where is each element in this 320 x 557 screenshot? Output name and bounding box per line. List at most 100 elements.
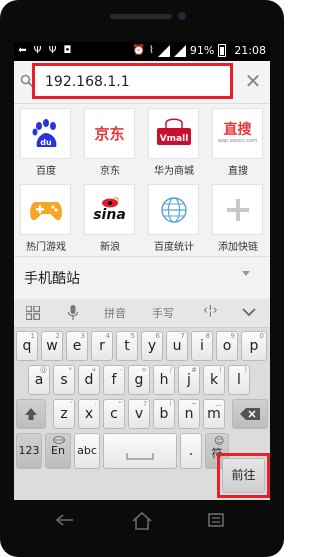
- zhisou-logo-sub: wap.easou.com: [217, 138, 258, 144]
- battery-icon: [218, 44, 227, 57]
- key-y[interactable]: 6y: [141, 331, 163, 361]
- gamepad-icon: [20, 184, 71, 235]
- key-k[interactable]: (k: [203, 365, 225, 395]
- shortcut-add[interactable]: 添加快链: [206, 180, 270, 256]
- usb-icon: Ψ: [33, 45, 42, 56]
- shortcut-label: 添加快链: [218, 242, 258, 253]
- shortcut-vmall[interactable]: Vmall 华为商城: [142, 104, 206, 180]
- shortcut-label: 热门游戏: [26, 242, 66, 253]
- keyboard-toolbar: 拼音 手写 ‹¦›: [14, 299, 270, 328]
- key-d[interactable]: + d: [78, 365, 100, 395]
- shift-key[interactable]: [16, 399, 46, 429]
- status-bar: ⬅ Ψ Ψ ◘ ⏰ ⌇ 91% 21:08: [14, 42, 270, 61]
- url-bar: ✕: [14, 61, 270, 104]
- globe-icon: [148, 184, 199, 235]
- key-u[interactable]: 7u: [166, 331, 188, 361]
- key-s[interactable]: * s: [53, 365, 75, 395]
- mobile-sites-title: 手机酷站: [24, 271, 80, 287]
- chevron-down-icon: [242, 271, 250, 276]
- abc-key[interactable]: abc: [74, 433, 100, 469]
- shortcut-sina[interactable]: sina 新浪: [78, 180, 142, 256]
- clock: 21:08: [234, 44, 266, 57]
- key-f[interactable]: -f: [103, 365, 125, 395]
- backspace-icon: [240, 408, 260, 420]
- jd-logo-text: 京东: [94, 125, 125, 143]
- key-q[interactable]: 1q: [16, 331, 38, 361]
- key-v[interactable]: ? v: [128, 399, 150, 429]
- shift-icon: [25, 408, 37, 420]
- close-icon[interactable]: ✕: [242, 70, 264, 92]
- battery-percent: 91%: [189, 44, 215, 57]
- shortcut-label: 京东: [100, 166, 120, 177]
- handwrite-tab[interactable]: 手写: [152, 305, 174, 321]
- enter-key-highlight: 前往: [217, 453, 270, 498]
- key-e[interactable]: 3e: [66, 331, 88, 361]
- vmall-logo-text: Vmall: [159, 134, 188, 144]
- front-camera: [178, 12, 186, 20]
- phone-frame: ⬅ Ψ Ψ ◘ ⏰ ⌇ 91% 21:08 192.168.1.1 ✕ du 百…: [0, 0, 284, 557]
- num-key[interactable]: 123: [16, 433, 42, 469]
- home-icon[interactable]: [131, 511, 153, 531]
- shortcut-label: 百度统计: [154, 242, 194, 253]
- shortcut-label: 百度: [36, 166, 56, 177]
- shortcut-baidu-stats[interactable]: 百度统计: [142, 180, 206, 256]
- shortcut-jd[interactable]: 京东 京东: [78, 104, 142, 180]
- signal-icon: [173, 44, 186, 57]
- mobile-sites-dropdown[interactable]: 手机酷站: [14, 256, 270, 297]
- back-icon[interactable]: [55, 514, 75, 526]
- key-j[interactable]: # j: [178, 365, 200, 395]
- cursor-move-icon[interactable]: ‹¦›: [203, 303, 218, 318]
- backspace-key[interactable]: [232, 399, 268, 429]
- key-n[interactable]: ~ n: [178, 399, 200, 429]
- space-icon: [126, 453, 154, 460]
- shortcut-zhisou[interactable]: 直搜 wap.easou.com 直搜: [206, 104, 270, 180]
- key-i[interactable]: 8i: [191, 331, 213, 361]
- key-x[interactable]: :x: [78, 399, 100, 429]
- key-h[interactable]: / h: [153, 365, 175, 395]
- shortcut-label: 新浪: [100, 242, 120, 253]
- alarm-icon: ⏰: [132, 45, 145, 56]
- shortcut-label: 华为商城: [154, 166, 194, 177]
- wifi-icon: ⌇: [148, 45, 154, 56]
- microphone-icon[interactable]: [68, 305, 78, 321]
- shortcut-grid: du 百度 京东 京东 Vmall 华为商城 直搜 wap.easou.com …: [14, 104, 270, 256]
- menu-icon[interactable]: [208, 513, 224, 527]
- keyboard-row-2: @ a * s + d -f = g / h # j (k ) l: [14, 363, 270, 397]
- go-key[interactable]: 前往: [222, 458, 265, 493]
- sina-logo: sina: [84, 184, 135, 235]
- shield-icon: ◘: [63, 45, 72, 56]
- space-key[interactable]: [103, 433, 177, 469]
- key-r[interactable]: 4r: [91, 331, 113, 361]
- chevron-down-icon[interactable]: [242, 308, 256, 317]
- key-l[interactable]: ) l: [228, 365, 250, 395]
- keyboard-row-1: 1q 2w 3e 4r 5t 6y 7u 8i 9o 0p: [14, 329, 270, 363]
- url-input-highlight: [32, 63, 233, 99]
- globe-icon: [53, 436, 65, 444]
- key-p[interactable]: 0p: [241, 331, 267, 361]
- pinyin-tab[interactable]: 拼音: [104, 305, 126, 321]
- signal-icon: [157, 44, 170, 57]
- grid-menu-icon[interactable]: [26, 306, 40, 320]
- url-input[interactable]: [45, 72, 225, 92]
- screen: ⬅ Ψ Ψ ◘ ⏰ ⌇ 91% 21:08 192.168.1.1 ✕ du 百…: [14, 42, 270, 500]
- baidu-logo-text: du: [40, 138, 52, 147]
- key-c[interactable]: " c: [103, 399, 125, 429]
- language-key[interactable]: En: [45, 433, 71, 469]
- key-z[interactable]: ' z: [53, 399, 75, 429]
- key-b[interactable]: ! b: [153, 399, 175, 429]
- key-g[interactable]: = g: [128, 365, 150, 395]
- sina-logo-text: sina: [93, 207, 126, 223]
- key-t[interactable]: 5t: [116, 331, 138, 361]
- key-w[interactable]: 2w: [41, 331, 63, 361]
- shortcut-baidu[interactable]: du 百度: [14, 104, 78, 180]
- key-o[interactable]: 9o: [216, 331, 238, 361]
- zhisou-logo: 直搜 wap.easou.com: [212, 108, 263, 159]
- vmall-logo: Vmall: [148, 108, 199, 159]
- shortcut-label: 直搜: [228, 166, 248, 177]
- earpiece: [110, 14, 172, 19]
- key-a[interactable]: @ a: [28, 365, 50, 395]
- shortcut-hot-games[interactable]: 热门游戏: [14, 180, 78, 256]
- back-notification-icon: ⬅: [18, 45, 27, 56]
- period-key[interactable]: .: [180, 433, 202, 469]
- zhisou-logo-text: 直搜: [223, 122, 252, 138]
